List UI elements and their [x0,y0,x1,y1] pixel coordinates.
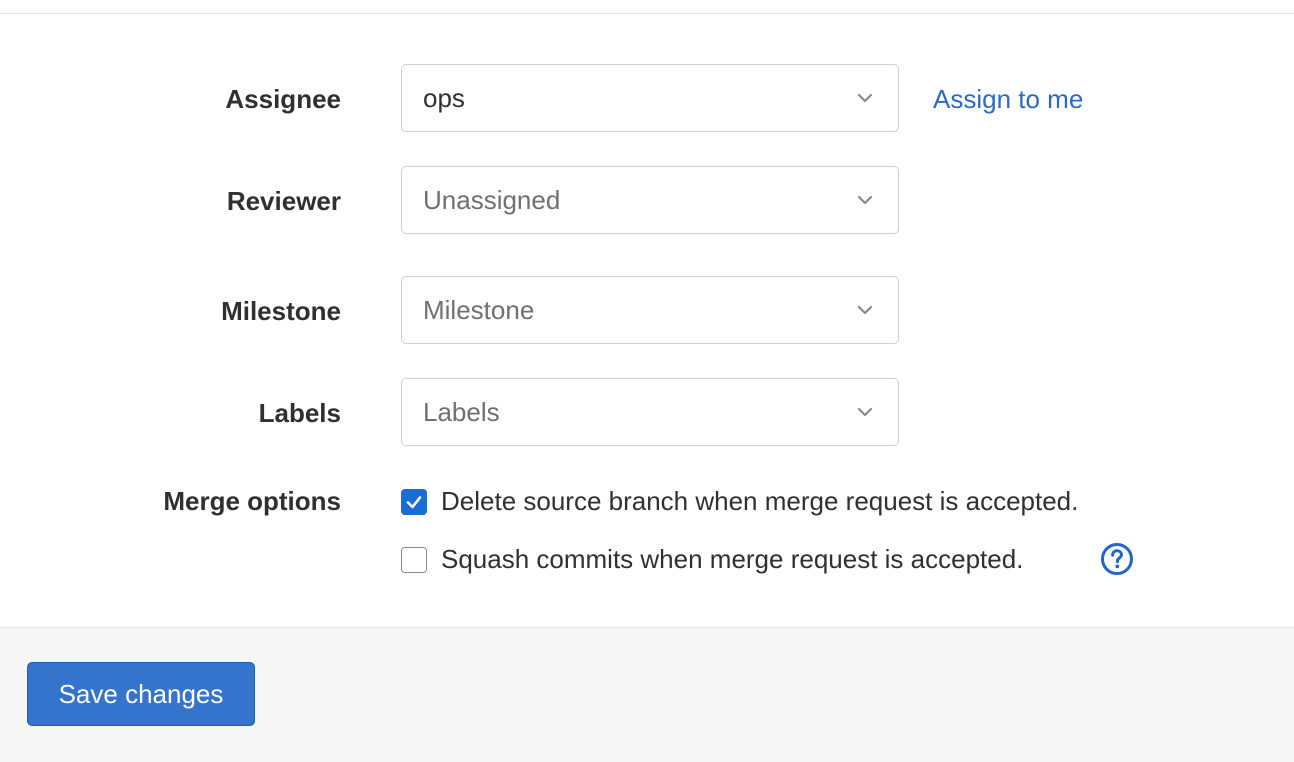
milestone-label: Milestone [221,296,341,326]
assignee-label: Assignee [225,84,341,114]
chevron-down-icon [857,305,873,315]
top-divider [0,13,1294,14]
labels-placeholder: Labels [423,397,500,427]
delete-source-branch-checkbox[interactable] [401,489,427,515]
squash-commits-label[interactable]: Squash commits when merge request is acc… [441,544,1023,574]
save-changes-button[interactable]: Save changes [27,662,255,726]
assign-to-me-link[interactable]: Assign to me [933,84,1083,114]
milestone-placeholder: Milestone [423,295,535,325]
squash-commits-checkbox[interactable] [401,547,427,573]
reviewer-label: Reviewer [226,186,341,216]
assignee-select[interactable]: ops [401,64,899,132]
question-circle-icon[interactable] [1100,542,1134,576]
milestone-select[interactable]: Milestone [401,276,899,344]
assignee-value: ops [423,83,465,113]
labels-label: Labels [258,398,341,428]
chevron-down-icon [857,407,873,417]
reviewer-select[interactable]: Unassigned [401,166,899,234]
checkmark-icon [406,496,422,509]
chevron-down-icon [857,195,873,205]
merge-options-label: Merge options [163,486,341,516]
form-actions-footer: Save changes [0,627,1294,762]
merge-request-form: Assignee ops Assign to me Reviewer Unass… [0,0,1294,762]
labels-select[interactable]: Labels [401,378,899,446]
chevron-down-icon [857,93,873,103]
delete-source-branch-label[interactable]: Delete source branch when merge request … [441,486,1078,516]
reviewer-placeholder: Unassigned [423,185,561,215]
